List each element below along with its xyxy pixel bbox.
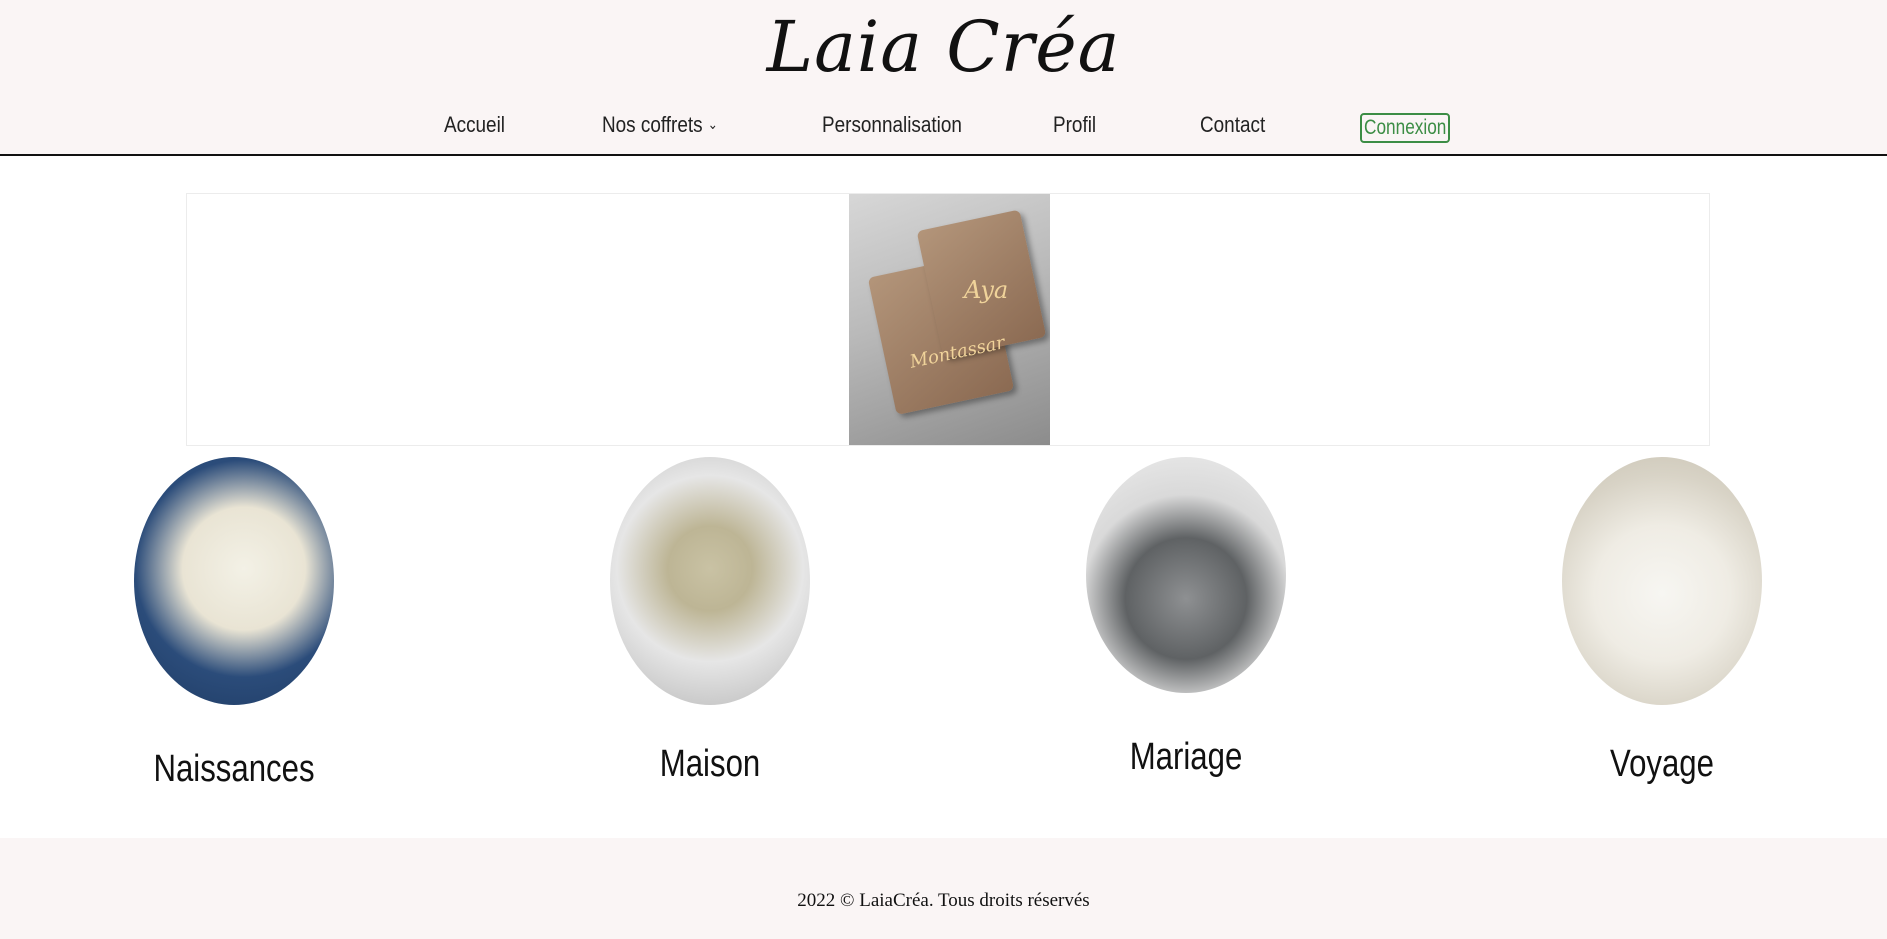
nav-label: Profil [1053, 112, 1097, 137]
nav-label: Contact [1200, 112, 1266, 137]
category-image-voyage[interactable] [1562, 457, 1762, 705]
category-image-maison[interactable] [610, 457, 810, 705]
nav-item-nos-coffrets[interactable]: Nos coffrets ⌄ [602, 112, 718, 138]
nav-item-profil[interactable]: Profil [1053, 112, 1096, 138]
carousel-slide-image: Aya Montassar [849, 194, 1050, 445]
nav-label: Accueil [444, 112, 505, 137]
copyright-text: 2022 © LaiaCréa. Tous droits réservés [797, 890, 1090, 911]
category-label[interactable]: Mariage [1063, 736, 1309, 779]
chevron-down-icon: ⌄ [707, 116, 718, 132]
hero-carousel[interactable]: Aya Montassar [186, 193, 1710, 446]
nav-item-accueil[interactable]: Accueil [444, 112, 505, 138]
site-header: Laia Créa Accueil Nos coffrets ⌄ Personna… [0, 0, 1887, 156]
category-label[interactable]: Voyage [1539, 743, 1785, 786]
nav-item-personnalisation[interactable]: Personnalisation [822, 112, 962, 138]
category-label[interactable]: Naissances [111, 748, 357, 791]
site-logo[interactable]: Laia Créa [0, 6, 1887, 88]
login-button[interactable]: Connexion [1360, 113, 1450, 143]
category-image-naissances[interactable] [134, 457, 334, 705]
nav-item-contact[interactable]: Contact [1200, 112, 1265, 138]
login-label: Connexion [1363, 116, 1447, 139]
site-footer: 2022 © LaiaCréa. Tous droits réservés [0, 838, 1887, 939]
main-nav: Accueil Nos coffrets ⌄ Personnalisation P… [0, 112, 1887, 146]
slide-text-aya: Aya [964, 276, 1009, 304]
nav-label: Nos coffrets [602, 112, 703, 137]
nav-label: Personnalisation [822, 112, 962, 137]
category-label[interactable]: Maison [587, 743, 833, 786]
category-image-mariage[interactable] [1086, 457, 1286, 693]
